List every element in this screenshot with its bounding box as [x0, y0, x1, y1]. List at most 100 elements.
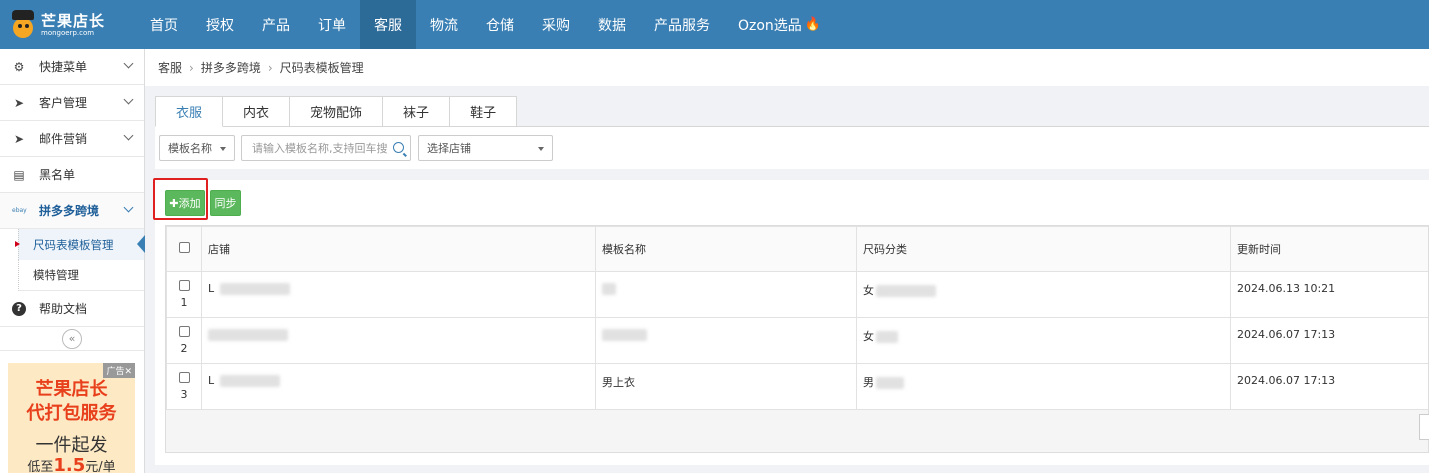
logo-subtitle: mongoerp.com [41, 28, 95, 37]
tab-pet-accessories[interactable]: 宠物配饰 [290, 96, 384, 127]
breadcrumb-item[interactable]: 拼多多跨境 [201, 59, 261, 76]
ad-line-3: 一件起发 [35, 435, 108, 456]
column-header-shop[interactable]: 店铺 [201, 226, 596, 272]
top-nav-bar: 芒果店长 mongoerp.com 首页 授权 产品 订单 客服 物流 仓储 采… [0, 0, 1429, 49]
sidebar-subitem-model-management[interactable]: 模特管理 [18, 260, 144, 291]
caret-down-icon [538, 147, 544, 151]
cell-category-text: 女 [863, 284, 874, 297]
row-number: 2 [180, 342, 188, 355]
tab-underwear[interactable]: 内衣 [223, 96, 291, 127]
nav-item-data[interactable]: 数据 [584, 0, 640, 49]
nav-item-product-service[interactable]: 产品服务 [640, 0, 724, 49]
nav-item-home[interactable]: 首页 [136, 0, 192, 49]
tab-clothing[interactable]: 衣服 [155, 96, 224, 127]
sidebar-item-blacklist[interactable]: ▤ 黑名单 [0, 157, 144, 193]
select-all-cell [166, 226, 202, 272]
ad-subtitle: 代打包服务 [26, 403, 117, 424]
breadcrumb: 客服 › 拼多多跨境 › 尺码表模板管理 [145, 49, 1429, 86]
sidebar-item-quick-menu[interactable]: ⚙ 快捷菜单 [0, 49, 144, 85]
row-checkbox[interactable] [178, 326, 190, 337]
ad-price-unit: 元/单 [85, 460, 116, 473]
ad-price: 低至1.5元/单 [8, 455, 135, 473]
chevron-right-icon: › [189, 60, 194, 75]
shop-select[interactable]: 选择店铺 [418, 135, 553, 161]
nav-item-customer-service[interactable]: 客服 [360, 0, 416, 49]
shop-select-value: 选择店铺 [427, 142, 471, 155]
column-header-updated-time[interactable]: 更新时间 [1230, 226, 1428, 272]
row-number: 3 [180, 388, 188, 401]
row-checkbox[interactable] [178, 372, 190, 383]
chevron-down-icon [123, 94, 134, 105]
cell-updated-time: 2024.06.13 10:21 [1230, 271, 1428, 318]
sidebar-collapse-row: « [0, 327, 144, 351]
row-checkbox[interactable] [178, 280, 190, 291]
gear-icon: ⚙ [13, 59, 25, 74]
sidebar-item-pinduoduo[interactable]: ebay 拼多多跨境 [0, 193, 144, 229]
template-list-panel: ✚添加 同步 店铺 模板名称 尺码分类 更新时间 1 L 女 2024.06.1… [155, 180, 1429, 465]
search-field-select-value: 模板名称 [168, 142, 212, 155]
filter-panel: 模板名称 请输入模板名称,支持回车搜 选择店铺 [155, 127, 1429, 169]
paper-plane-icon: ➤ [13, 131, 25, 146]
nav-item-logistics[interactable]: 物流 [416, 0, 472, 49]
nav-item-products[interactable]: 产品 [248, 0, 304, 49]
cell-category-text: 女 [863, 330, 874, 343]
sidebar-item-help[interactable]: ? 帮助文档 [0, 291, 144, 327]
pagination-button[interactable] [1419, 414, 1429, 440]
column-header-size-category[interactable]: 尺码分类 [856, 226, 1231, 272]
search-placeholder: 请输入模板名称,支持回车搜 [252, 142, 388, 155]
chevron-right-icon: › [267, 60, 273, 75]
nav-item-auth[interactable]: 授权 [192, 0, 248, 49]
chevron-down-icon [123, 58, 134, 69]
mascot-icon [10, 9, 36, 40]
ad-price-prefix: 低至 [27, 460, 54, 473]
select-all-checkbox[interactable] [178, 242, 190, 253]
table-row[interactable]: 1 L 女 2024.06.13 10:21 [166, 271, 1428, 318]
collapse-sidebar-button[interactable]: « [62, 328, 82, 349]
redacted-text [220, 375, 281, 387]
tab-shoes[interactable]: 鞋子 [450, 96, 518, 127]
cell-shop-text: L [208, 282, 215, 295]
row-select-cell: 3 [166, 363, 202, 410]
flame-icon: 🔥 [804, 17, 821, 32]
ad-title: 芒果店长 [35, 379, 108, 400]
sync-button[interactable]: 同步 [210, 190, 241, 216]
paper-plane-icon: ➤ [13, 95, 25, 110]
category-tabs: 衣服 内衣 宠物配饰 袜子 鞋子 [155, 96, 518, 127]
tab-socks[interactable]: 袜子 [383, 96, 451, 127]
cell-size-category: 男 [856, 363, 1231, 410]
column-header-template-name[interactable]: 模板名称 [595, 226, 857, 272]
sidebar-item-customers[interactable]: ➤ 客户管理 [0, 85, 144, 121]
search-field-select[interactable]: 模板名称 [159, 135, 235, 161]
redacted-text [220, 283, 291, 295]
cell-updated-time: 2024.06.07 17:13 [1230, 317, 1428, 364]
nav-item-orders[interactable]: 订单 [304, 0, 360, 49]
table-row[interactable]: 2 女 2024.06.07 17:13 [166, 317, 1428, 364]
nav-item-warehouse[interactable]: 仓储 [472, 0, 528, 49]
cell-size-category: 女 [856, 317, 1231, 364]
redacted-text [876, 377, 904, 389]
chevron-down-icon [123, 202, 134, 213]
cell-category-text: 男 [863, 376, 874, 389]
redacted-text [876, 331, 898, 343]
nav-item-ozon[interactable]: Ozon选品 🔥 [724, 0, 835, 49]
question-circle-icon: ? [12, 301, 26, 316]
search-icon[interactable] [393, 142, 404, 153]
cell-size-category: 女 [856, 271, 1231, 318]
sidebar-subitem-size-template[interactable]: 尺码表模板管理 [15, 229, 145, 260]
redacted-text [602, 329, 647, 341]
ebay-icon: ebay [12, 207, 27, 214]
ad-banner[interactable]: 广告✕ 芒果店长 代打包服务 一件起发 低至1.5元/单 [8, 363, 135, 473]
cell-shop-text: L [208, 374, 215, 387]
cell-template-name [595, 317, 857, 364]
table-row[interactable]: 3 L 男上衣 男 2024.06.07 17:13 [166, 363, 1428, 410]
sidebar-item-label: 快捷菜单 [39, 60, 88, 74]
nav-item-purchase[interactable]: 采购 [528, 0, 584, 49]
logo-title: 芒果店长 [41, 11, 106, 30]
sidebar-item-email-marketing[interactable]: ➤ 邮件营销 [0, 121, 144, 157]
redacted-text [602, 283, 616, 295]
sidebar-item-label: 拼多多跨境 [39, 204, 100, 218]
breadcrumb-item[interactable]: 客服 [158, 59, 182, 76]
app-logo[interactable]: 芒果店长 mongoerp.com [0, 0, 136, 49]
caret-down-icon [220, 147, 226, 151]
template-search-input[interactable]: 请输入模板名称,支持回车搜 [241, 135, 411, 161]
